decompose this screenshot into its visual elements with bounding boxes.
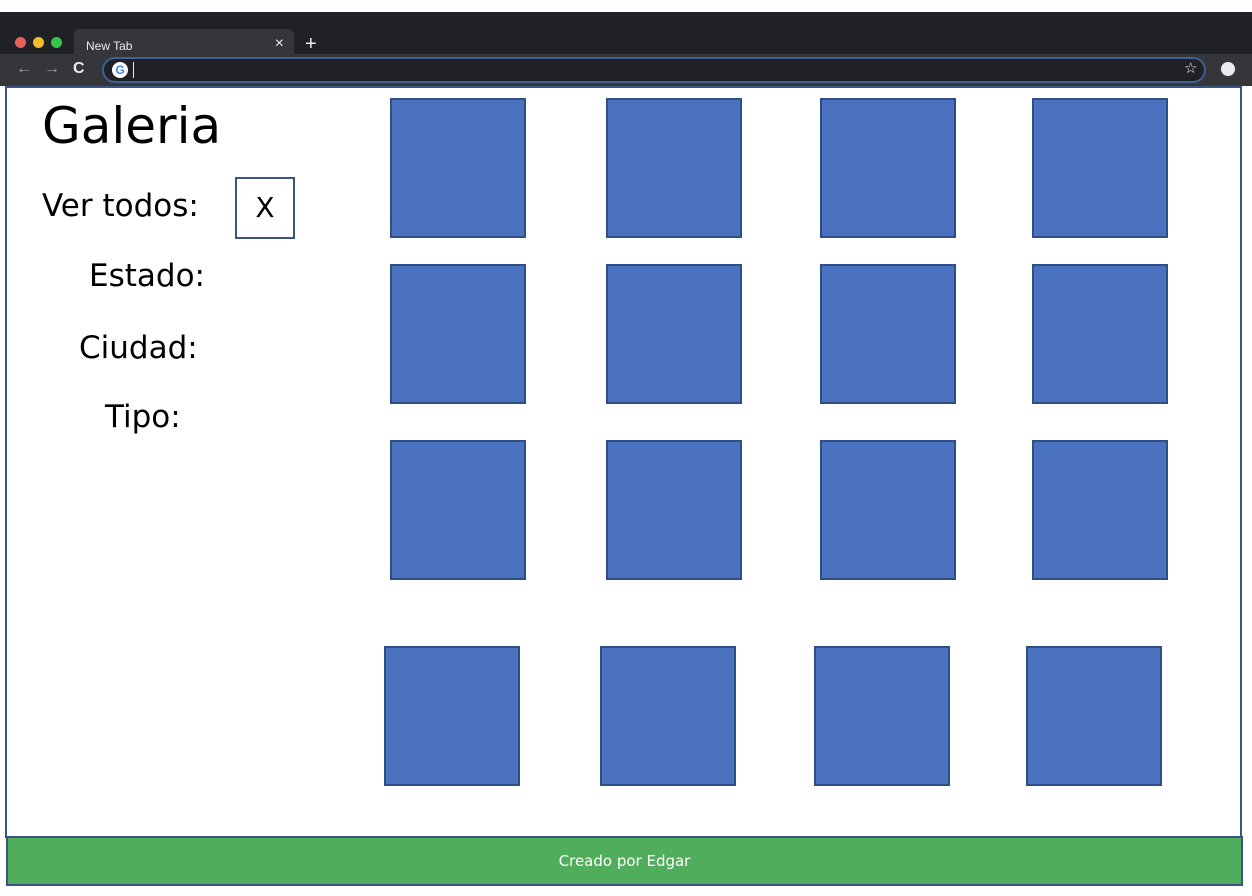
tab-title: New Tab — [86, 39, 133, 53]
gallery-tile[interactable] — [606, 264, 742, 404]
bookmark-star-icon[interactable]: ☆ — [1184, 60, 1197, 78]
window-maximize-dot[interactable] — [51, 37, 62, 48]
tab-close-icon[interactable]: × — [275, 35, 284, 53]
page-title: Galeria — [42, 97, 222, 155]
forward-arrow-icon[interactable]: → — [44, 60, 60, 78]
gallery-tile[interactable] — [820, 264, 956, 404]
page-footer: Creado por Edgar — [6, 836, 1243, 886]
gallery-tile[interactable] — [606, 98, 742, 238]
window-top-strip — [0, 0, 1252, 12]
gallery-tile[interactable] — [606, 440, 742, 580]
browser-toolbar: ← → C G ☆ — [0, 54, 1252, 86]
gallery-tile[interactable] — [814, 646, 950, 786]
gallery-tile[interactable] — [1026, 646, 1162, 786]
gallery-tile[interactable] — [600, 646, 736, 786]
tipo-filter-label[interactable]: Tipo: — [105, 399, 181, 435]
estado-filter-label[interactable]: Estado: — [89, 258, 205, 294]
reload-icon[interactable]: C — [73, 60, 85, 78]
text-caret — [133, 62, 134, 78]
gallery-tile[interactable] — [1032, 440, 1168, 580]
google-icon: G — [112, 62, 128, 78]
gallery-tile[interactable] — [820, 98, 956, 238]
gallery-tile[interactable] — [390, 440, 526, 580]
back-arrow-icon[interactable]: ← — [16, 60, 32, 78]
profile-avatar-icon[interactable] — [1221, 62, 1235, 76]
browser-tab-bar: New Tab × + — [0, 12, 1252, 66]
ver-todos-checkbox[interactable]: X — [235, 177, 295, 239]
gallery-tile[interactable] — [820, 440, 956, 580]
gallery-tile[interactable] — [390, 98, 526, 238]
ver-todos-label: Ver todos: — [42, 188, 199, 224]
gallery-tile[interactable] — [1032, 264, 1168, 404]
footer-credit: Creado por Edgar — [558, 852, 691, 870]
window-close-dot[interactable] — [15, 37, 26, 48]
window-minimize-dot[interactable] — [33, 37, 44, 48]
ciudad-filter-label[interactable]: Ciudad: — [79, 330, 198, 366]
gallery-tile[interactable] — [390, 264, 526, 404]
gallery-tile[interactable] — [1032, 98, 1168, 238]
gallery-tile[interactable] — [384, 646, 520, 786]
new-tab-icon[interactable]: + — [305, 34, 317, 54]
address-bar[interactable]: G — [102, 57, 1206, 83]
